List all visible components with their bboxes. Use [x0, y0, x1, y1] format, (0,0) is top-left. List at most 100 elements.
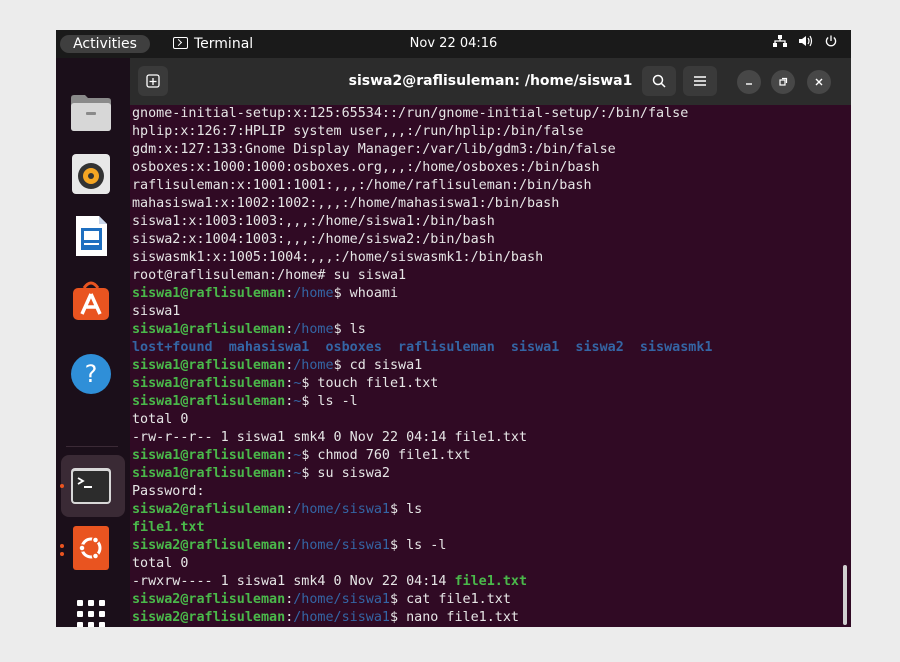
- terminal-icon[interactable]: [69, 464, 113, 508]
- ubuntu-icon[interactable]: [69, 526, 113, 570]
- terminal-line: siswa1@raflisuleman:/home$ ls: [132, 321, 712, 339]
- terminal-header-bar: siswa2@raflisuleman: /home/siswa1: [130, 58, 851, 105]
- terminal-text-segment: osboxes:x:1000:1000:osboxes.org,,,:/home…: [132, 160, 600, 175]
- terminal-text-segment: $ ls: [390, 502, 423, 517]
- terminal-text-segment: $ ls -l: [390, 538, 447, 553]
- network-icon[interactable]: [772, 35, 791, 51]
- terminal-text-segment: $ nano file1.txt: [390, 610, 519, 625]
- terminal-text-segment: siswa2@raflisuleman: [132, 610, 286, 625]
- power-icon[interactable]: [825, 35, 837, 51]
- files-icon[interactable]: [69, 90, 113, 134]
- terminal-text-segment: /home: [293, 286, 334, 301]
- terminal-text-segment: siswa1: [132, 304, 181, 319]
- terminal-line: raflisuleman:x:1001:1001:,,,:/home/rafli…: [132, 177, 712, 195]
- terminal-text-segment: /home/siswa1: [293, 502, 390, 517]
- new-tab-button[interactable]: [138, 66, 168, 96]
- terminal-text-segment: siswa1@raflisuleman: [132, 376, 286, 391]
- terminal-text-segment: -rw-r--r-- 1 siswa1 smk4 0 Nov 22 04:14 …: [132, 430, 528, 445]
- clock[interactable]: Nov 22 04:16: [56, 30, 851, 58]
- terminal-text-segment: $ cat file1.txt: [390, 592, 511, 607]
- dock-separator: [66, 446, 118, 447]
- desktop-screen: Activities Terminal Nov 22 04:16 ? siswa…: [56, 30, 851, 627]
- terminal-text-segment: /home: [293, 322, 334, 337]
- terminal-line: siswasmk1:x:1005:1004:,,,:/home/siswasmk…: [132, 249, 712, 267]
- terminal-line: osboxes:x:1000:1000:osboxes.org,,,:/home…: [132, 159, 712, 177]
- volume-icon[interactable]: [798, 35, 817, 51]
- terminal-text-segment: $ ls: [333, 322, 366, 337]
- terminal-text-segment: raflisuleman:x:1001:1001:,,,:/home/rafli…: [132, 178, 592, 193]
- writer-icon[interactable]: [69, 214, 113, 258]
- show-apps-icon[interactable]: [69, 594, 113, 627]
- terminal-text-segment: siswasmk1:x:1005:1004:,,,:/home/siswasmk…: [132, 250, 544, 265]
- terminal-line: gnome-initial-setup:x:125:65534::/run/gn…: [132, 105, 712, 123]
- app-center-icon[interactable]: [69, 278, 113, 322]
- terminal-text-segment: total 0: [132, 556, 189, 571]
- terminal-line: lost+found mahasiswa1 osboxes raflisulem…: [132, 339, 712, 357]
- running-indicator: [60, 484, 64, 488]
- running-indicator: [60, 552, 64, 556]
- terminal-text-segment: $ chmod 760 file1.txt: [301, 448, 471, 463]
- maximize-button[interactable]: [771, 70, 795, 94]
- terminal-text-segment: $ touch file1.txt: [301, 376, 439, 391]
- minimize-button[interactable]: [737, 70, 761, 94]
- terminal-text-segment: root@raflisuleman:/home# su siswa1: [132, 268, 407, 283]
- terminal-line: siswa1: [132, 303, 712, 321]
- terminal-text-segment: $ whoami: [333, 286, 399, 301]
- scrollbar[interactable]: [843, 565, 847, 625]
- system-tray[interactable]: [765, 30, 837, 58]
- terminal-line: siswa1@raflisuleman:/home$ cd siswa1: [132, 357, 712, 375]
- terminal-line: siswa2@raflisuleman:/home/siswa1$ ls -l: [132, 537, 712, 555]
- terminal-line: -rw-r--r-- 1 siswa1 smk4 0 Nov 22 04:14 …: [132, 429, 712, 447]
- terminal-text-segment: siswa1@raflisuleman: [132, 448, 286, 463]
- close-button[interactable]: [807, 70, 831, 94]
- terminal-text-segment: mahasiswa1:x:1002:1002:,,,:/home/mahasis…: [132, 196, 560, 211]
- svg-text:?: ?: [85, 360, 98, 388]
- terminal-output[interactable]: gnome-initial-setup:x:125:65534::/run/gn…: [130, 105, 851, 627]
- terminal-text-segment: siswa2@raflisuleman: [132, 502, 286, 517]
- terminal-text-segment: $ ls -l: [301, 394, 358, 409]
- terminal-line: siswa1@raflisuleman:~$ chmod 760 file1.t…: [132, 447, 712, 465]
- terminal-text-segment: total 0: [132, 412, 189, 427]
- search-button[interactable]: [642, 66, 676, 96]
- terminal-text-segment: /home: [293, 358, 334, 373]
- running-indicator: [60, 544, 64, 548]
- terminal-text-segment: siswa2:x:1004:1003:,,,:/home/siswa2:/bin…: [132, 232, 495, 247]
- terminal-text-segment: hplip:x:126:7:HPLIP system user,,,:/run/…: [132, 124, 584, 139]
- terminal-line: siswa2@raflisuleman:/home/siswa1$ cat fi…: [132, 591, 712, 609]
- terminal-text-segment: siswa2@raflisuleman: [132, 592, 286, 607]
- terminal-line: siswa2@raflisuleman:/home/siswa1$ ls: [132, 501, 712, 519]
- terminal-text-segment: gnome-initial-setup:x:125:65534::/run/gn…: [132, 106, 689, 121]
- dock: ?: [56, 58, 130, 627]
- terminal-text-segment: siswa1@raflisuleman: [132, 286, 286, 301]
- terminal-text-segment: siswa1@raflisuleman: [132, 394, 286, 409]
- terminal-text-segment: gdm:x:127:133:Gnome Display Manager:/var…: [132, 142, 616, 157]
- rhythmbox-icon[interactable]: [69, 152, 113, 196]
- terminal-line: Password:: [132, 483, 712, 501]
- terminal-text-segment: siswa1@raflisuleman: [132, 466, 286, 481]
- terminal-text-segment: file1.txt: [454, 574, 528, 589]
- terminal-line: siswa1:x:1003:1003:,,,:/home/siswa1:/bin…: [132, 213, 712, 231]
- terminal-text-segment: siswa1@raflisuleman: [132, 322, 286, 337]
- terminal-line: -rwxrw---- 1 siswa1 smk4 0 Nov 22 04:14 …: [132, 573, 712, 591]
- terminal-line: file1.txt: [132, 519, 712, 537]
- help-icon[interactable]: ?: [69, 352, 113, 396]
- terminal-line: gdm:x:127:133:Gnome Display Manager:/var…: [132, 141, 712, 159]
- terminal-line: root@raflisuleman:/home# su siswa1: [132, 267, 712, 285]
- terminal-line: total 0: [132, 555, 712, 573]
- terminal-window[interactable]: siswa2@raflisuleman: /home/siswa1 gnome-…: [130, 58, 851, 627]
- terminal-line: mahasiswa1:x:1002:1002:,,,:/home/mahasis…: [132, 195, 712, 213]
- terminal-line: siswa2@raflisuleman:/home/siswa1$ nano f…: [132, 609, 712, 627]
- terminal-text-segment: siswa1@raflisuleman: [132, 358, 286, 373]
- top-bar: Activities Terminal Nov 22 04:16: [56, 30, 851, 58]
- menu-button[interactable]: [683, 66, 717, 96]
- terminal-text-segment: $ su siswa2: [301, 466, 390, 481]
- terminal-line: siswa1@raflisuleman:/home$ whoami: [132, 285, 712, 303]
- terminal-lines: gnome-initial-setup:x:125:65534::/run/gn…: [132, 105, 712, 627]
- terminal-text-segment: /home/siswa1: [293, 538, 390, 553]
- terminal-line: siswa1@raflisuleman:~$ su siswa2: [132, 465, 712, 483]
- terminal-line: siswa1@raflisuleman:~$ ls -l: [132, 393, 712, 411]
- terminal-line: siswa2:x:1004:1003:,,,:/home/siswa2:/bin…: [132, 231, 712, 249]
- terminal-line: hplip:x:126:7:HPLIP system user,,,:/run/…: [132, 123, 712, 141]
- terminal-text-segment: /home/siswa1: [293, 592, 390, 607]
- terminal-text-segment: $ cd siswa1: [333, 358, 423, 373]
